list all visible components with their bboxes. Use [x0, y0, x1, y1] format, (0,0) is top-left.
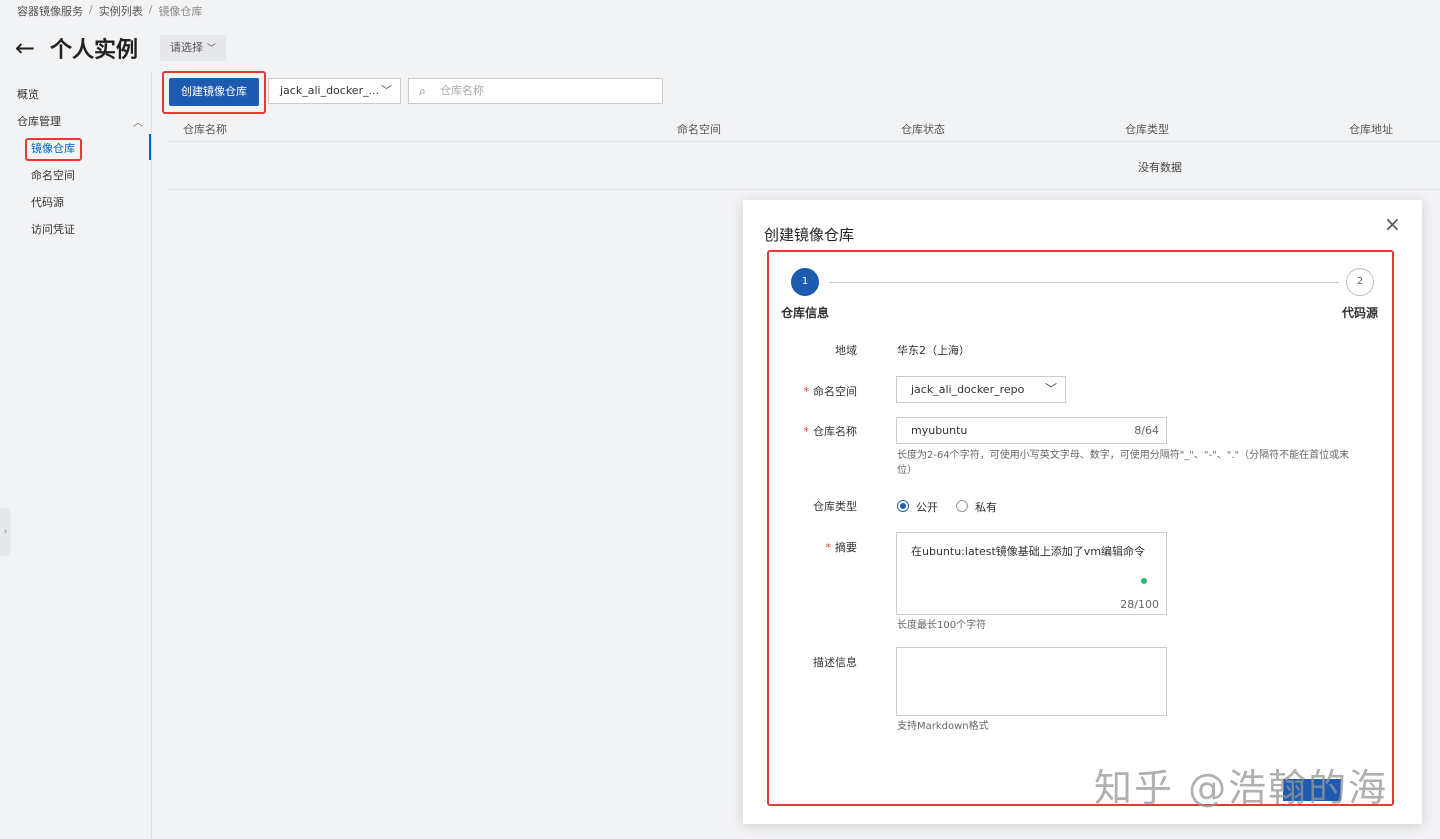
instance-select-label: 请选择 [170, 41, 204, 54]
namespace-filter-select[interactable]: jack_ali_docker_... ﹀ [268, 78, 401, 104]
watermark: 知乎 @浩翰的海 [1094, 766, 1389, 810]
create-repo-button[interactable]: 创建镜像仓库 [169, 78, 259, 106]
title-row: ← 个人实例 请选择 ﹀ [15, 32, 227, 64]
repo-name-input[interactable]: myubuntu 8/64 [896, 417, 1167, 444]
breadcrumb: 容器镜像服务 / 实例列表 / 镜像仓库 [17, 3, 202, 19]
repo-name-label: * 仓库名称 [767, 423, 858, 439]
column-header-status: 仓库状态 [901, 123, 945, 136]
step-2-indicator: 2 [1346, 268, 1374, 296]
page-title: 个人实例 [50, 38, 139, 63]
radio-public-label[interactable]: 公开 [916, 499, 938, 515]
table-empty-row: 没有数据 [168, 142, 1440, 190]
column-header-namespace: 命名空间 [677, 123, 721, 136]
sidebar-item-code-source[interactable]: 代码源 [31, 194, 64, 210]
required-marker: * [803, 385, 810, 398]
column-header-address: 仓库地址 [1349, 123, 1393, 136]
step-2-label: 代码源 [1342, 306, 1379, 320]
breadcrumb-separator: / [148, 3, 153, 16]
column-header-type: 仓库类型 [1125, 123, 1169, 136]
breadcrumb-item-service[interactable]: 容器镜像服务 [17, 3, 83, 19]
chevron-down-icon: ﹀ [381, 84, 392, 97]
namespace-filter-value: jack_ali_docker_... [280, 84, 380, 97]
sidebar-item-image-repo[interactable]: 镜像仓库 [31, 140, 75, 156]
region-label: 地域 [835, 344, 857, 357]
dialog-title: 创建镜像仓库 [764, 226, 855, 244]
empty-text: 没有数据 [1138, 161, 1182, 174]
breadcrumb-item-current: 镜像仓库 [158, 5, 203, 18]
namespace-select-value: jack_ali_docker_repo [911, 383, 1025, 396]
sidebar-group-repo-management[interactable]: 仓库管理 [17, 113, 61, 129]
description-hint: 支持Markdown格式 [897, 721, 989, 732]
sidebar-item-access-credentials[interactable]: 访问凭证 [31, 221, 75, 237]
repo-name-char-count: 8/64 [1134, 424, 1159, 437]
namespace-select[interactable]: jack_ali_docker_repo ﹀ [896, 376, 1066, 403]
summary-label: * 摘要 [767, 539, 858, 555]
sidebar: 概览 仓库管理 ︿ 镜像仓库 命名空间 代码源 访问凭证 [0, 72, 152, 839]
chevron-up-icon[interactable]: ︿ [133, 114, 143, 129]
summary-label-text: 摘要 [835, 541, 857, 554]
repo-name-value: myubuntu [911, 424, 968, 437]
repo-search-placeholder: 仓库名称 [440, 84, 484, 97]
region-value: 华东2（上海） [897, 344, 970, 357]
chevron-down-icon: ﹀ [1044, 382, 1057, 396]
summary-value: 在ubuntu:latest镜像基础上添加了vm编辑命令 [911, 545, 1146, 558]
description-label: 描述信息 [813, 656, 857, 669]
namespace-label-text: 命名空间 [813, 385, 857, 398]
sidebar-item-namespace[interactable]: 命名空间 [31, 167, 75, 183]
repo-name-label-text: 仓库名称 [813, 425, 857, 438]
repo-search-input[interactable]: ⌕ 仓库名称 [408, 78, 663, 104]
step-connector [829, 282, 1339, 283]
summary-char-count: 28/100 [1120, 598, 1159, 611]
sidebar-item-overview[interactable]: 概览 [17, 86, 39, 102]
summary-textarea[interactable]: 在ubuntu:latest镜像基础上添加了vm编辑命令 28/100 [896, 532, 1167, 615]
step-1-label: 仓库信息 [781, 306, 830, 320]
search-icon: ⌕ [419, 84, 426, 98]
step-1-indicator: 1 [791, 268, 819, 296]
required-marker: * [803, 425, 810, 438]
status-dot-icon [1141, 578, 1147, 584]
radio-private-label[interactable]: 私有 [975, 499, 997, 515]
chevron-down-icon: ﹀ [207, 44, 217, 54]
required-marker: * [825, 541, 832, 554]
sidebar-collapse-handle[interactable]: › [0, 508, 11, 556]
close-icon[interactable]: × [1384, 212, 1401, 236]
create-repo-dialog: 创建镜像仓库 × 1 2 仓库信息 代码源 地域 华东2（上海） * 命名空间 j… [743, 200, 1422, 824]
breadcrumb-separator: / [89, 3, 93, 16]
radio-public[interactable] [897, 500, 909, 512]
sidebar-active-indicator [149, 134, 151, 160]
column-header-repo-name: 仓库名称 [183, 123, 227, 136]
table-header: 仓库名称 命名空间 仓库状态 仓库类型 仓库地址 [168, 114, 1440, 142]
description-textarea[interactable] [896, 647, 1167, 716]
radio-private[interactable] [956, 500, 968, 512]
namespace-label: * 命名空间 [767, 383, 858, 399]
back-arrow-icon[interactable]: ← [15, 34, 45, 62]
repo-name-hint: 长度为2-64个字符，可使用小写英文字母、数字，可使用分隔符"_"、"-"、".… [897, 450, 1350, 476]
summary-hint: 长度最长100个字符 [897, 620, 987, 631]
breadcrumb-item-instances[interactable]: 实例列表 [99, 3, 143, 19]
instance-select[interactable]: 请选择 ﹀ [160, 35, 227, 61]
repo-type-label: 仓库类型 [813, 500, 857, 513]
